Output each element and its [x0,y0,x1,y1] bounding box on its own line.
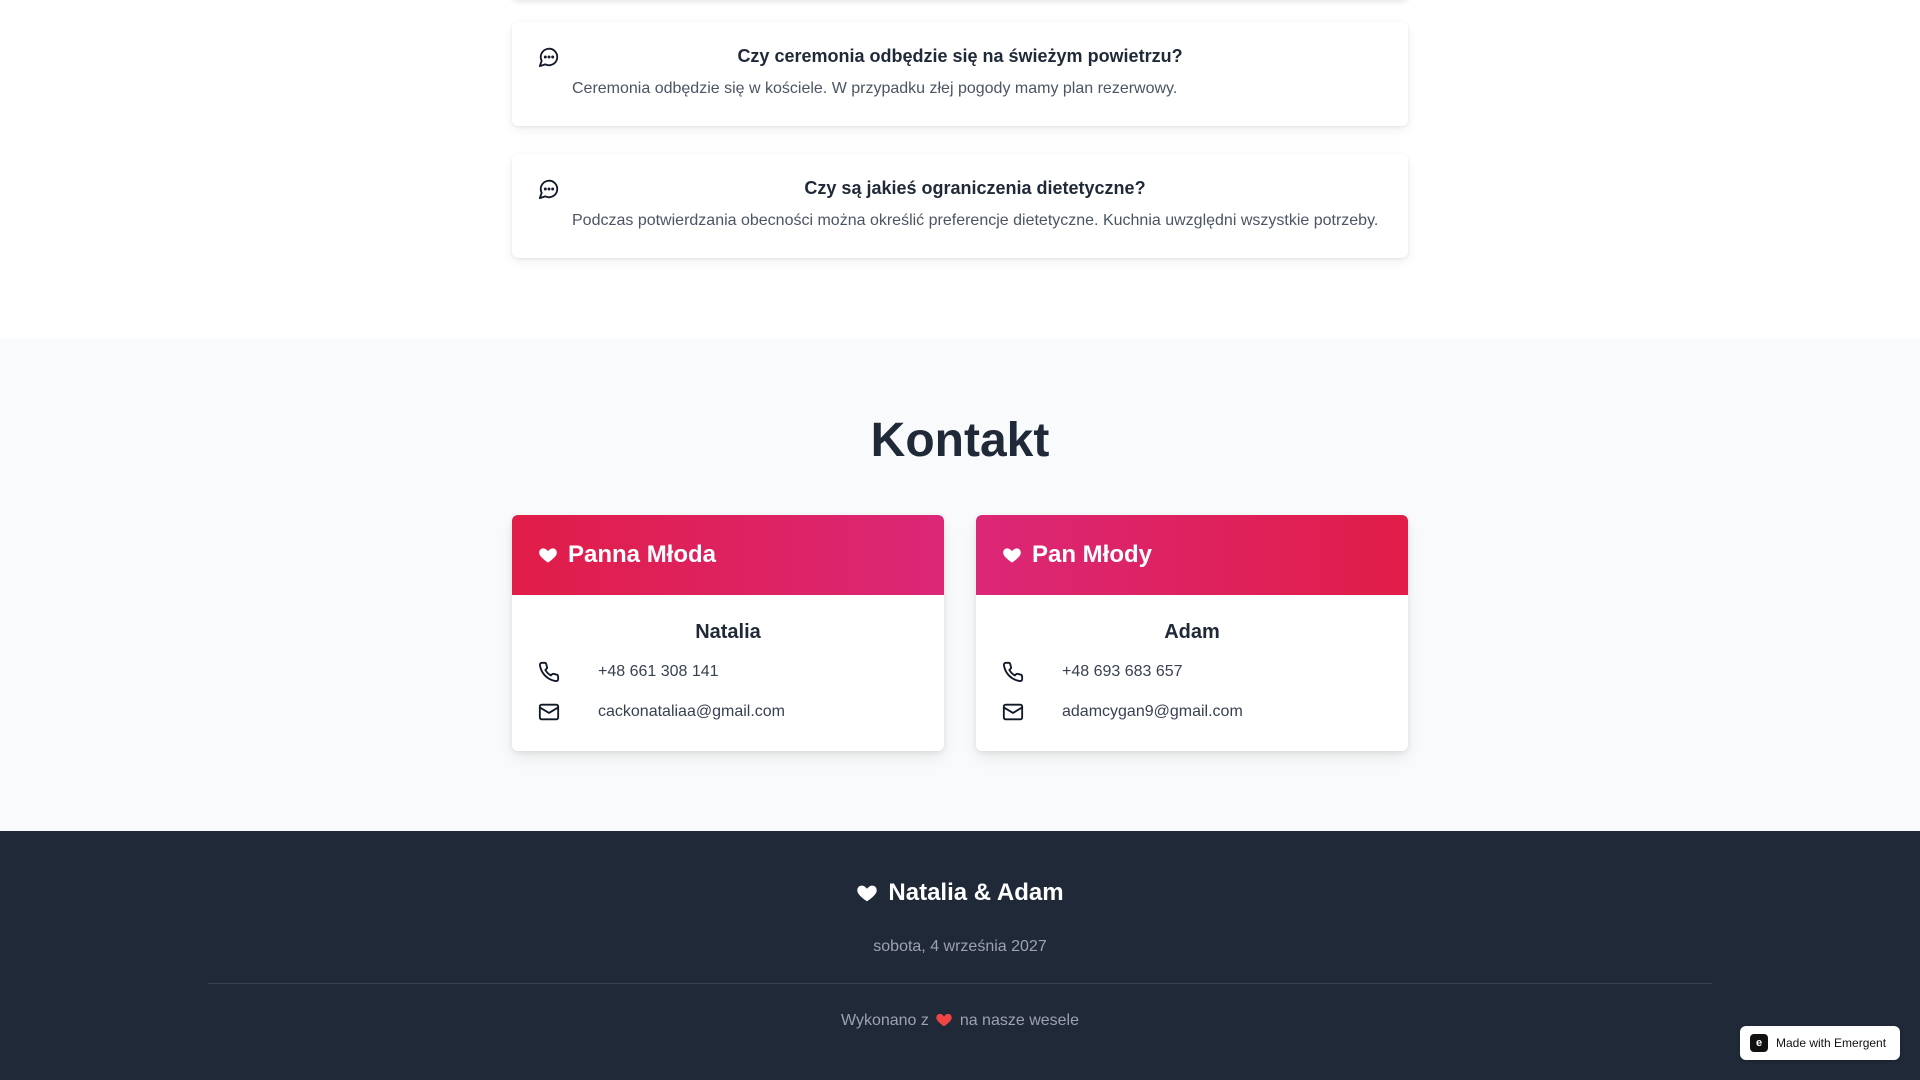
phone-icon [539,661,560,682]
footer: Natalia & Adam sobota, 4 września 2027 W… [0,831,1920,1080]
faq-answer: Ceremonia odbędzie się w kościele. W prz… [572,80,1178,97]
heart-icon [1003,548,1021,563]
contact-section: Kontakt Panna Młoda Natalia +48 661 308 … [0,339,1920,831]
faq-card: Czy ceremonia odbędzie się na świeżym po… [512,22,1408,126]
made-with-badge[interactable]: e Made with Emergent [1740,1026,1900,1060]
footer-couple-names: Natalia & Adam [888,879,1064,906]
badge-label: Made with Emergent [1776,1036,1887,1050]
footer-brand: Natalia & Adam [0,879,1920,909]
contact-title: Kontakt [870,414,1050,467]
groom-card-header: Pan Młody [976,515,1408,595]
footer-made-suffix: na nasze wesele [959,1012,1079,1029]
bride-phone[interactable]: +48 661 308 141 [598,663,719,681]
bride-contact-card: Panna Młoda Natalia +48 661 308 141 cack… [512,515,944,751]
footer-divider [208,983,1712,984]
mail-icon [1002,703,1024,721]
red-heart-icon [936,1013,953,1027]
faq-question: Czy są jakieś ograniczenia dietetyczne? [804,178,1146,198]
groom-phone[interactable]: +48 693 683 657 [1062,663,1183,681]
footer-made-prefix: Wykonano z [841,1012,929,1029]
groom-phone-row[interactable]: +48 693 683 657 [1002,661,1388,685]
bride-card-header: Panna Młoda [512,515,944,595]
emergent-logo-icon: e [1750,1034,1768,1052]
message-circle-icon [538,179,559,200]
groom-email[interactable]: adamcygan9@gmail.com [1062,703,1243,721]
bride-card-title: Panna Młoda [568,541,717,568]
heart-icon [857,885,878,902]
faq-card: Czy są jakieś ograniczenia dietetyczne? … [512,154,1408,258]
heart-icon [539,548,557,563]
bride-phone-row[interactable]: +48 661 308 141 [538,661,924,685]
bride-email-row[interactable]: cackonataliaa@gmail.com [538,701,924,725]
groom-contact-card: Pan Młody Adam +48 693 683 657 adamcygan… [976,515,1408,751]
groom-card-title: Pan Młody [1032,541,1153,568]
phone-icon [1003,661,1024,682]
faq-section: Czy ceremonia odbędzie się na świeżym po… [0,0,1920,339]
groom-email-row[interactable]: adamcygan9@gmail.com [1002,701,1388,725]
faq-answer: Podczas potwierdzania obecności można ok… [572,212,1379,229]
footer-made-with: Wykonano z na nasze wesele [0,1011,1920,1030]
mail-icon [538,703,560,721]
groom-name: Adam [1164,621,1220,643]
bride-email[interactable]: cackonataliaa@gmail.com [598,703,785,721]
faq-question: Czy ceremonia odbędzie się na świeżym po… [737,46,1183,66]
footer-date: sobota, 4 września 2027 [873,938,1047,955]
bride-name: Natalia [695,621,761,643]
